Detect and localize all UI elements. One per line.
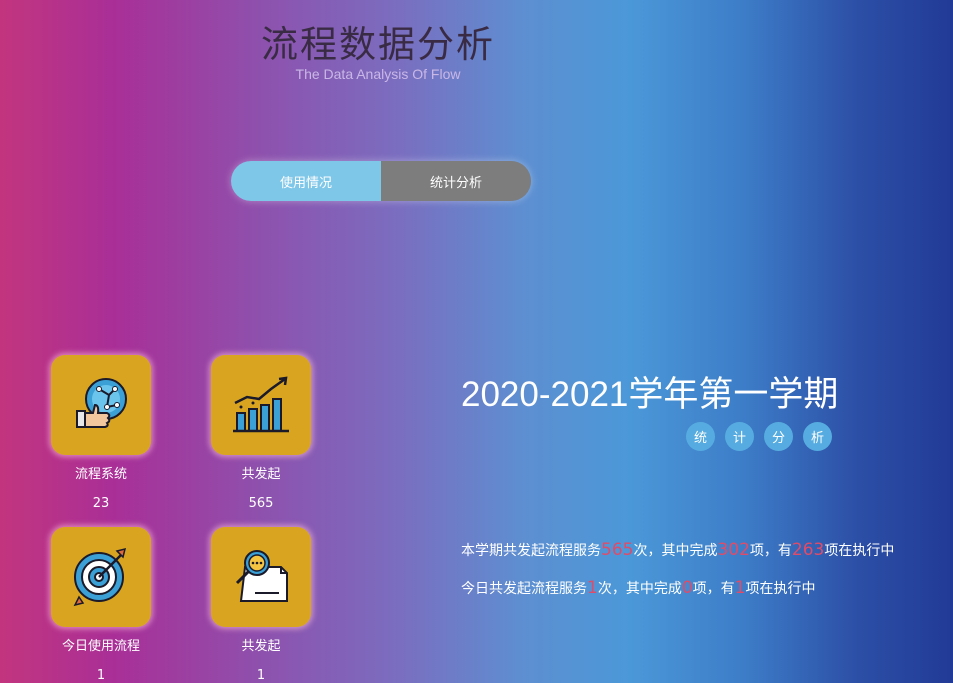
badge-xi: 析: [803, 422, 832, 451]
stat-card-value: 23: [92, 496, 110, 511]
stat-card-label: 共发起: [241, 639, 281, 654]
today-summary-line: 今日共发起流程服务1次，其中完成0项，有1项在执行中: [461, 578, 815, 598]
tab-statistics[interactable]: 统计分析: [381, 161, 531, 201]
summary-text: 项，有: [749, 543, 792, 559]
target-arrow-icon: [73, 547, 127, 607]
summary-total-number: 565: [601, 540, 634, 560]
summary-running-number: 263: [791, 540, 825, 560]
summary-text: 次，其中完成: [633, 543, 718, 559]
globe-thumbs-up-icon: [76, 378, 127, 428]
summary-text: 今日共发起流程服务: [461, 581, 587, 597]
stat-card-icon-box: [211, 527, 311, 627]
stat-card-total-initiated[interactable]: 共发起 565: [191, 355, 331, 511]
stat-card-value: 565: [248, 496, 274, 511]
summary-text: 项，有: [692, 581, 735, 597]
tab-usage[interactable]: 使用情况: [231, 161, 381, 201]
stat-card-icon-box: [211, 355, 311, 455]
stat-card-label: 今日使用流程: [61, 639, 140, 654]
summary-running-number: 1: [734, 578, 746, 598]
summary-text: 本学期共发起流程服务: [461, 543, 601, 559]
magnifier-document-icon: [235, 550, 288, 602]
growth-bar-chart-icon: [233, 376, 289, 433]
semester-title: 2020-2021学年第一学期: [461, 375, 839, 414]
stat-card-flow-system[interactable]: 流程系统 23: [31, 355, 171, 511]
summary-done-number: 0: [681, 578, 693, 598]
stat-card-today-flows[interactable]: 今日使用流程 1: [31, 527, 171, 683]
summary-total-number: 1: [587, 578, 598, 598]
page-subtitle: The Data Analysis Of Flow: [295, 66, 461, 82]
term-summary-line: 本学期共发起流程服务565次，其中完成302项，有263项在执行中: [461, 540, 894, 560]
summary-text: 项在执行中: [745, 581, 816, 597]
summary-done-number: 302: [717, 540, 750, 560]
page-title: 流程数据分析: [261, 23, 495, 66]
summary-text: 次，其中完成: [597, 581, 682, 597]
stat-card-label: 共发起: [241, 467, 281, 482]
stat-card-value: 1: [96, 668, 106, 683]
badge-tong: 统: [686, 422, 715, 451]
badge-fen: 分: [764, 422, 793, 451]
stat-card-icon-box: [51, 355, 151, 455]
stat-badges: 统 计 分 析: [686, 422, 832, 451]
stat-card-label: 流程系统: [74, 467, 127, 482]
summary-text: 项在执行中: [824, 543, 895, 559]
tab-switcher: 使用情况 统计分析: [231, 161, 531, 201]
stat-card-value: 1: [256, 668, 266, 683]
stat-card-today-initiated[interactable]: 共发起 1: [191, 527, 331, 683]
page-title-block: 流程数据分析 The Data Analysis Of Flow: [258, 22, 498, 82]
badge-ji: 计: [725, 422, 754, 451]
stat-card-icon-box: [51, 527, 151, 627]
